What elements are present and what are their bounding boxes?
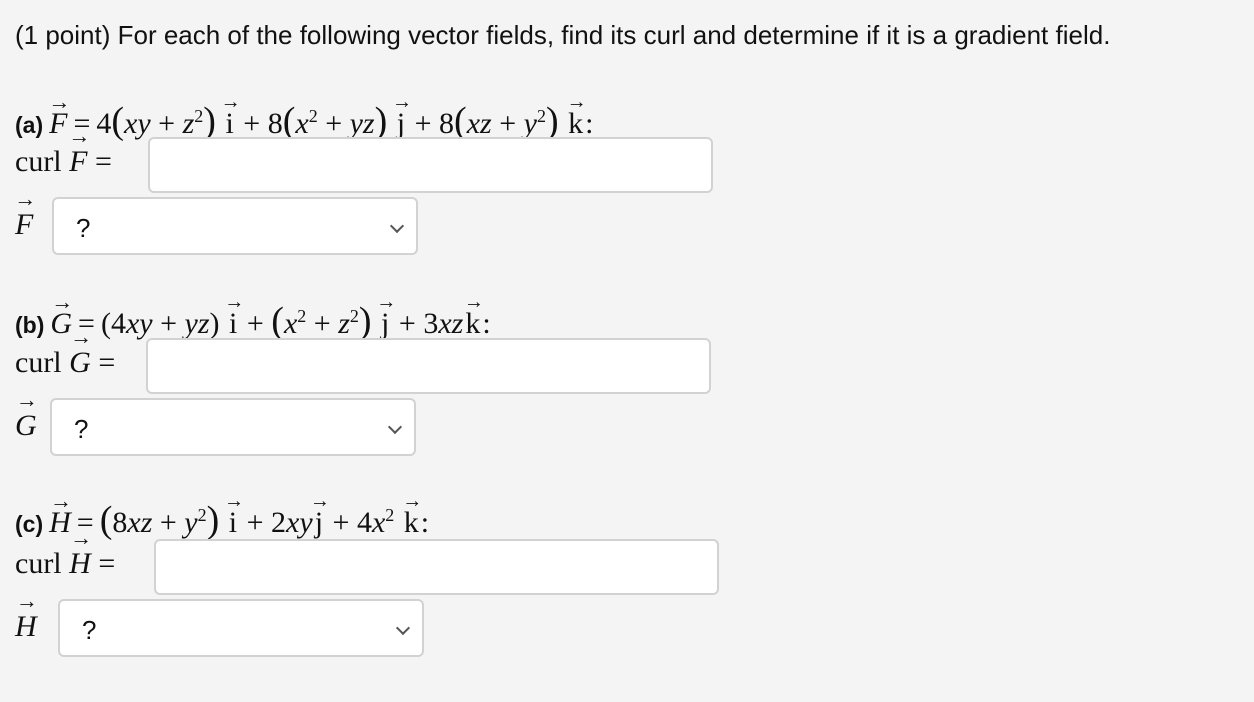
part-b-label: (b) — [15, 312, 45, 338]
gradient-h-select-value: ? — [82, 615, 97, 645]
field-f-symbol-gradient: F — [15, 208, 33, 242]
chevron-down-icon — [389, 218, 405, 234]
field-f-symbol: F — [49, 104, 67, 144]
field-g-symbol: G — [50, 304, 72, 344]
curl-h-input[interactable] — [154, 539, 719, 595]
curl-f-label: curl F = — [15, 145, 112, 179]
chevron-down-icon — [387, 419, 403, 435]
field-h-symbol: H — [49, 503, 71, 543]
field-g-symbol-gradient: G — [15, 409, 37, 443]
gradient-f-select-value: ? — [76, 213, 91, 243]
problem-intro: (1 point) For each of the following vect… — [15, 20, 1111, 50]
curl-g-label: curl G = — [15, 346, 115, 380]
gradient-g-select[interactable]: ? — [50, 398, 416, 456]
curl-g-input[interactable] — [146, 338, 711, 394]
curl-f-input[interactable] — [148, 137, 713, 193]
gradient-g-select-value: ? — [74, 414, 89, 444]
part-a-label: (a) — [15, 112, 44, 138]
chevron-down-icon — [395, 620, 411, 636]
curl-h-label: curl H = — [15, 547, 115, 581]
gradient-f-select[interactable]: ? — [52, 197, 418, 255]
field-h-symbol-gradient: H — [15, 610, 37, 644]
gradient-h-select[interactable]: ? — [58, 599, 424, 657]
part-c-label: (c) — [15, 511, 44, 537]
